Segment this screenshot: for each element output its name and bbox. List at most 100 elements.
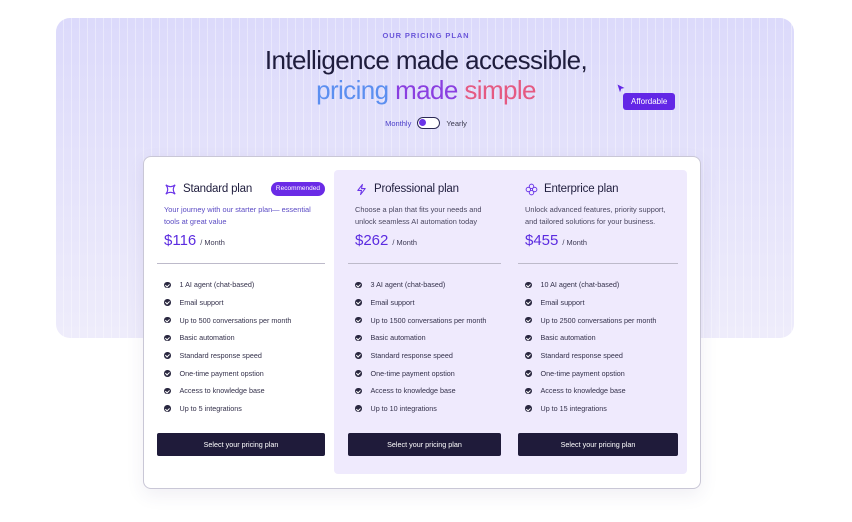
feature-item: Access to knowledge base bbox=[525, 382, 678, 400]
cursor-pointer-icon bbox=[617, 84, 625, 93]
sparkle-icon bbox=[165, 183, 176, 195]
check-icon bbox=[355, 387, 362, 395]
feature-item: Email support bbox=[164, 294, 325, 312]
check-icon bbox=[164, 352, 171, 359]
plan-header: Standard plan Recommended bbox=[164, 180, 325, 198]
yearly-label[interactable]: Yearly bbox=[446, 119, 467, 128]
check-icon bbox=[355, 405, 362, 412]
feature-text: Basic automation bbox=[179, 333, 235, 343]
check-icon bbox=[355, 352, 362, 359]
feature-item: Basic automation bbox=[355, 329, 501, 347]
price-row: $116 / Month bbox=[164, 232, 325, 252]
plan-price: $116 bbox=[164, 232, 197, 249]
price-row: $262 / Month bbox=[355, 232, 501, 252]
feature-text: Email support bbox=[179, 298, 224, 308]
feature-text: Standard response speed bbox=[540, 351, 623, 361]
feature-text: One-time payment opstion bbox=[179, 368, 264, 378]
feature-text: Up to 1500 conversations per month bbox=[370, 315, 487, 325]
feature-text: Access to knowledge base bbox=[179, 386, 265, 396]
feature-text: Up to 2500 conversations per month bbox=[540, 315, 657, 325]
feature-item: 3 AI agent (chat-based) bbox=[355, 276, 501, 294]
feature-text: Standard response speed bbox=[179, 351, 262, 361]
feature-list: 1 AI agent (chat-based) Email support Up… bbox=[164, 276, 325, 418]
feature-item: Email support bbox=[355, 294, 501, 312]
check-icon bbox=[525, 299, 532, 306]
feature-text: Access to knowledge base bbox=[540, 386, 626, 396]
feature-text: 10 AI agent (chat-based) bbox=[540, 280, 620, 290]
plan-enterprise: Enterprice plan Unlock advanced features… bbox=[518, 170, 678, 418]
flower-icon bbox=[525, 183, 538, 195]
plan-description: Choose a plan that fits your needs and u… bbox=[355, 205, 482, 226]
select-professional-plan-button[interactable]: Select your pricing plan bbox=[348, 433, 501, 456]
feature-text: 1 AI agent (chat-based) bbox=[179, 280, 255, 290]
plan-header: Professional plan bbox=[355, 180, 501, 198]
plan-header: Enterprice plan bbox=[525, 180, 678, 198]
affordable-tag: Affordable bbox=[623, 93, 676, 110]
feature-item: Access to knowledge base bbox=[355, 382, 501, 400]
billing-toggle-switch[interactable] bbox=[417, 117, 441, 129]
feature-text: Up to 5 integrations bbox=[179, 404, 242, 414]
headline-line-1: Intelligence made accessible, bbox=[264, 45, 588, 75]
feature-list: 10 AI agent (chat-based) Email support U… bbox=[525, 276, 678, 418]
check-icon bbox=[164, 387, 171, 395]
check-icon bbox=[164, 316, 171, 324]
price-period: / Month bbox=[392, 238, 418, 247]
check-icon bbox=[164, 334, 171, 342]
feature-text: One-time payment opstion bbox=[370, 368, 455, 378]
feature-item: Up to 15 integrations bbox=[525, 400, 678, 418]
headline-word-made: made bbox=[395, 75, 458, 105]
feature-item: 1 AI agent (chat-based) bbox=[164, 276, 325, 294]
feature-list: 3 AI agent (chat-based) Email support Up… bbox=[355, 276, 501, 418]
feature-item: Up to 10 integrations bbox=[355, 400, 501, 418]
divider bbox=[518, 263, 678, 264]
feature-item: Standard response speed bbox=[525, 347, 678, 365]
check-icon bbox=[525, 352, 532, 359]
plan-standard: Standard plan Recommended Your journey w… bbox=[157, 170, 325, 418]
feature-item: Standard response speed bbox=[164, 347, 325, 365]
headline-word-pricing: pricing bbox=[316, 75, 389, 105]
plan-name: Enterprice plan bbox=[544, 183, 619, 195]
plan-price: $455 bbox=[525, 232, 559, 249]
check-icon bbox=[355, 334, 362, 342]
billing-toggle-row: Monthly Yearly bbox=[0, 117, 852, 129]
select-enterprise-plan-button[interactable]: Select your pricing plan bbox=[518, 433, 678, 456]
plan-professional: Professional plan Choose a plan that fit… bbox=[348, 170, 501, 418]
check-icon bbox=[525, 387, 532, 395]
price-period: / Month bbox=[562, 238, 588, 247]
feature-item: Basic automation bbox=[164, 329, 325, 347]
check-icon bbox=[525, 316, 532, 324]
feature-item: Basic automation bbox=[525, 329, 678, 347]
check-icon bbox=[525, 370, 532, 377]
monthly-label[interactable]: Monthly bbox=[385, 119, 411, 128]
feature-item: Up to 2500 conversations per month bbox=[525, 311, 678, 329]
headline-line-2: pricing made simple bbox=[0, 75, 852, 106]
feature-item: Standard response speed bbox=[355, 347, 501, 365]
feature-text: Basic automation bbox=[540, 333, 596, 343]
divider bbox=[157, 263, 325, 264]
feature-text: Up to 10 integrations bbox=[370, 404, 437, 414]
price-period: / Month bbox=[200, 238, 225, 247]
feature-text: Email support bbox=[370, 298, 415, 308]
toggle-knob bbox=[419, 119, 427, 126]
check-icon bbox=[164, 370, 171, 377]
price-row: $455 / Month bbox=[525, 232, 678, 252]
check-icon bbox=[525, 281, 532, 289]
check-icon bbox=[355, 299, 362, 306]
select-standard-plan-button[interactable]: Select your pricing plan bbox=[157, 433, 325, 456]
feature-text: Up to 500 conversations per month bbox=[179, 315, 292, 325]
feature-item: One-time payment opstion bbox=[164, 364, 325, 382]
check-icon bbox=[525, 334, 532, 342]
feature-item: Up to 1500 conversations per month bbox=[355, 311, 501, 329]
divider bbox=[348, 263, 501, 264]
lightning-icon bbox=[357, 183, 366, 195]
check-icon bbox=[355, 370, 362, 377]
feature-item: One-time payment opstion bbox=[525, 364, 678, 382]
section-eyebrow: OUR PRICING PLAN bbox=[382, 31, 470, 40]
plan-price: $262 bbox=[355, 232, 389, 249]
plan-description: Your journey with our starter plan— esse… bbox=[164, 205, 311, 226]
feature-text: Access to knowledge base bbox=[370, 386, 456, 396]
feature-text: Basic automation bbox=[370, 333, 426, 343]
feature-item: Access to knowledge base bbox=[164, 382, 325, 400]
feature-text: Email support bbox=[540, 298, 585, 308]
check-icon bbox=[525, 405, 532, 412]
